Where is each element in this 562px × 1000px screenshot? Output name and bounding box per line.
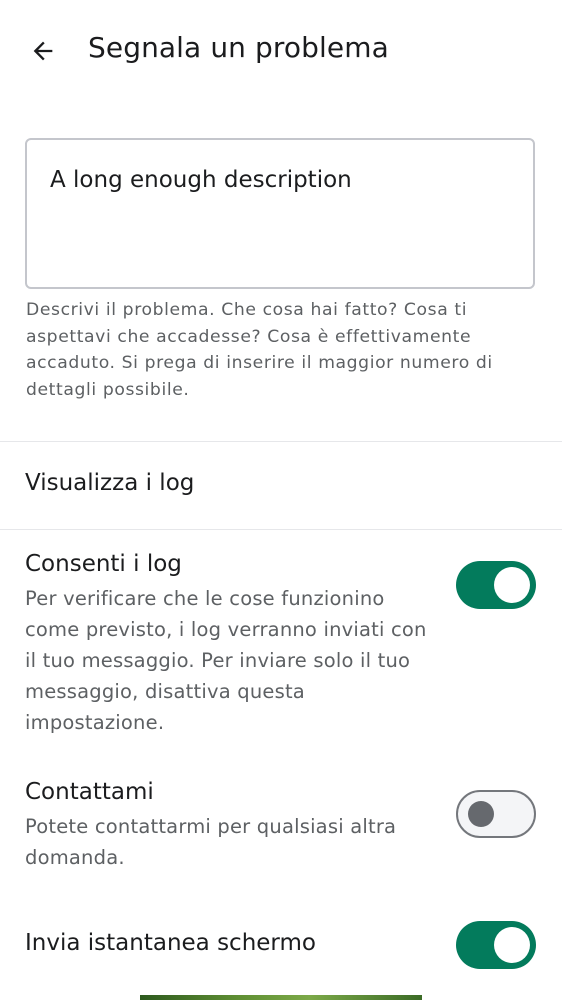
setting-description: Per verificare che le cose funzionino co… (25, 587, 427, 734)
toggle-thumb (494, 567, 530, 603)
description-helper-text: Descrivi il problema. Che cosa hai fatto… (26, 300, 493, 400)
send-screenshot-toggle[interactable] (456, 921, 536, 969)
contact-me-toggle[interactable] (456, 790, 536, 838)
setting-title: Invia istantanea schermo (25, 930, 316, 956)
setting-title: Contattami (25, 779, 154, 805)
page-title: Segnala un problema (88, 31, 389, 64)
toggle-thumb (494, 927, 530, 963)
view-logs-item[interactable]: Visualizza i log (0, 442, 562, 529)
divider (0, 529, 562, 530)
allow-logs-toggle[interactable] (456, 561, 536, 609)
setting-contact-me: Contattami Potete contattarmi per qualsi… (0, 779, 562, 879)
arrow-back-icon (33, 41, 53, 61)
setting-allow-logs: Consenti i log Per verificare che le cos… (0, 551, 562, 741)
description-input[interactable]: A long enough description (25, 138, 535, 289)
description-value[interactable]: A long enough description (50, 167, 352, 193)
top-app-bar: Segnala un problema (0, 0, 562, 100)
view-logs-label: Visualizza i log (25, 470, 195, 496)
setting-send-screenshot: Invia istantanea schermo (0, 921, 562, 990)
back-button[interactable] (19, 27, 67, 75)
setting-description: Potete contattarmi per qualsiasi altra d… (25, 815, 397, 869)
screenshot-preview (140, 995, 422, 1000)
toggle-thumb (468, 801, 494, 827)
setting-title: Consenti i log (25, 551, 182, 577)
